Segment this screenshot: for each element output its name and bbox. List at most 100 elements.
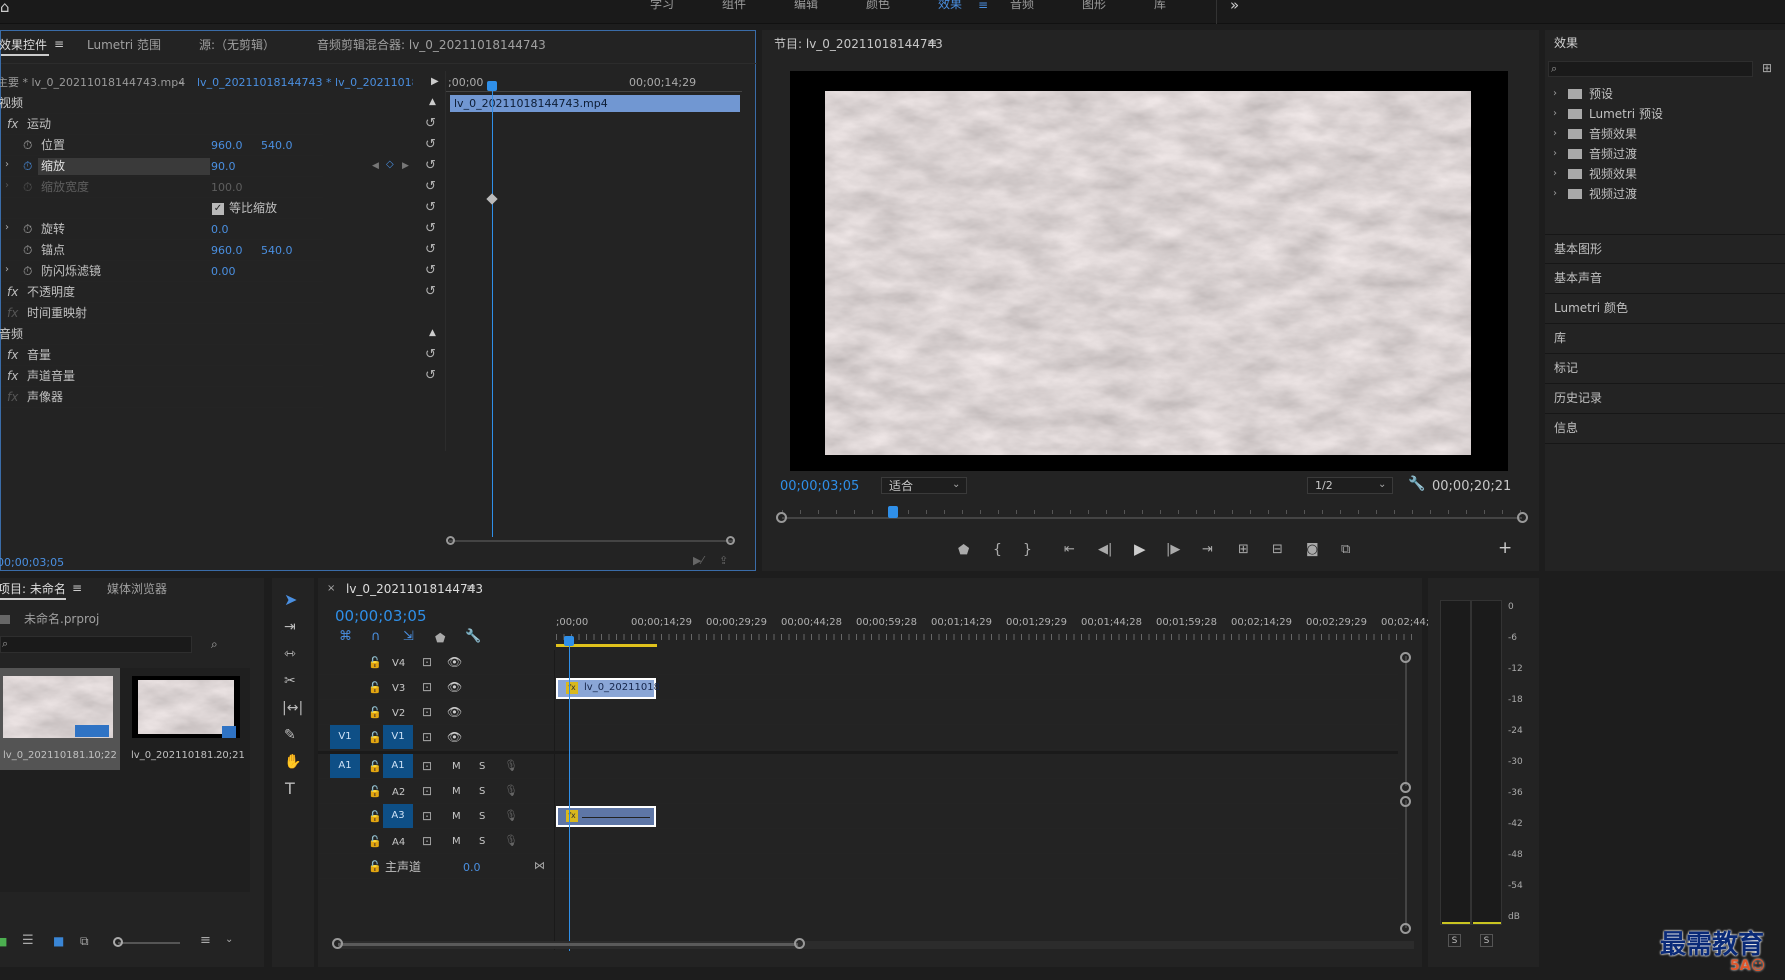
master-toggle-icon[interactable]: ⋈ [534,859,545,873]
row-opacity[interactable]: fx 不透明度 [1,282,323,303]
section-markers[interactable]: 标记 [1545,354,1785,384]
track-a3[interactable]: 🔓 A3 ⊡ M S 🎙 [318,804,1398,829]
timeline-tab[interactable]: lv_0_20211018144743 [346,582,483,596]
expand-flicker-icon[interactable]: › [5,263,9,277]
menu-tab-assembly[interactable]: 组件 [722,0,746,11]
eye-icon[interactable]: 👁 [447,730,462,744]
flicker-value[interactable]: 0.00 [211,265,236,279]
position-x-value[interactable]: 960.0 [211,139,243,153]
reset-icon[interactable]: ↺ [425,348,436,362]
menu-tab-color[interactable]: 颜色 [866,0,890,11]
row-time-remap[interactable]: fx 时间重映射 [1,303,323,324]
project-search-input[interactable]: ⌕ [0,636,192,653]
scroll-handle-right[interactable] [726,536,735,545]
rotation-value[interactable]: 0.0 [211,223,229,237]
new-bin-icon[interactable]: ⊞ [1762,61,1772,75]
keyframe-diamond[interactable] [486,193,498,205]
menu-tab-graphics[interactable]: 图形 [1082,0,1106,11]
stopwatch-icon[interactable]: ⏱ [23,138,32,152]
lock-icon[interactable]: 🔓 [368,810,382,824]
sync-lock-icon[interactable]: ⊡ [422,809,432,823]
next-keyframe-icon[interactable]: ▶ [402,159,409,173]
sync-lock-icon[interactable]: ⊡ [422,680,432,694]
play-icon[interactable]: ▶ [1134,542,1146,557]
reset-icon[interactable]: ↺ [425,285,436,299]
add-keyframe-icon[interactable]: ◇ [386,158,394,172]
mic-icon[interactable]: 🎙 [504,784,518,798]
program-menu-icon[interactable]: ≡ [927,36,937,50]
freeform-view-icon[interactable]: ⧉ [80,934,89,948]
sync-lock-icon[interactable]: ⊡ [422,759,432,773]
track-a4[interactable]: 🔓 A4 ⊡ M S 🎙 [318,829,1398,854]
filter-icon[interactable]: ▶⁄ [693,554,703,568]
eye-icon[interactable]: 👁 [447,705,462,719]
section-essential-sound[interactable]: 基本声音 [1545,264,1785,294]
project-item-selected[interactable]: lv_0_202110181... 10;22 [0,668,120,770]
eye-icon[interactable]: 👁 [447,655,462,669]
mute-button[interactable]: M [452,786,461,797]
row-motion[interactable]: fx 运动 [1,114,323,135]
source-patch-a1[interactable]: A1 [330,754,360,778]
expand-timeline-icon[interactable]: ▶ [431,75,439,89]
icon-view-icon[interactable]: ■ [53,934,64,948]
mic-icon[interactable]: 🎙 [504,759,518,773]
reset-icon[interactable]: ↺ [425,243,436,257]
scroll-handle-right[interactable] [1517,512,1528,523]
solo-button[interactable]: S [479,786,485,797]
program-scrubber[interactable] [776,506,1528,526]
close-tab-icon[interactable]: × [327,582,335,596]
scroll-handle-top[interactable] [1400,796,1411,807]
resolution-dropdown[interactable]: 1/2 ⌄ [1307,477,1393,494]
position-y-value[interactable]: 540.0 [261,139,293,153]
timeline-playhead-handle[interactable] [564,636,574,646]
step-forward-icon[interactable]: |▶ [1166,543,1180,557]
audio-clip-a3[interactable]: fx [556,806,656,827]
reset-icon[interactable]: ↺ [425,180,436,194]
scroll-handle-left[interactable] [776,512,787,523]
mark-out-icon[interactable]: } [1023,543,1032,557]
menu-tab-library[interactable]: 库 [1154,0,1166,11]
reset-icon[interactable]: ↺ [425,201,436,215]
row-uniform-scale[interactable]: ✓ 等比缩放 [1,198,323,219]
menu-tab-edit[interactable]: 编辑 [794,0,818,11]
keyframe-zoom-scrollbar[interactable] [449,540,733,542]
go-to-out-icon[interactable]: ⇥ [1202,543,1213,557]
scroll-handle-bottom[interactable] [1400,923,1411,934]
eye-icon[interactable]: 👁 [447,680,462,694]
sync-lock-icon[interactable]: ⊡ [422,655,432,669]
tab-menu-icon[interactable]: ≡ [72,581,82,595]
tree-item-video-transitions[interactable]: › 视频过渡 [1545,185,1785,203]
lift-icon[interactable]: ⊞ [1238,543,1249,557]
timeline-timecode[interactable]: 00;00;03;05 [335,609,427,624]
horizontal-scroll-thumb[interactable] [338,943,798,946]
section-history[interactable]: 历史记录 [1545,384,1785,414]
stopwatch-active-icon[interactable]: ⏱ [23,159,32,173]
track-a1[interactable]: A1 🔓 A1 ⊡ M S 🎙 [318,754,1398,779]
more-tabs-icon[interactable]: » [1230,0,1239,13]
menu-tab-effects-menu-icon[interactable]: ≡ [978,0,988,12]
reset-icon[interactable]: ↺ [425,159,436,173]
track-a2[interactable]: 🔓 A2 ⊡ M S 🎙 [318,779,1398,804]
wrench-icon[interactable]: 🔧 [1408,477,1425,491]
scroll-handle-top[interactable] [1400,652,1411,663]
home-icon[interactable]: ⌂ [0,0,10,15]
export-icon[interactable]: ⇪ [719,554,728,568]
prev-keyframe-icon[interactable]: ◀ [372,159,379,173]
tree-item-audio-effects[interactable]: › 音频效果 [1545,125,1785,143]
solo-button[interactable]: S [479,761,485,772]
section-libraries[interactable]: 库 [1545,324,1785,354]
mute-button[interactable]: M [452,811,461,822]
keyframe-timeline[interactable]: ;00;00 00;00;14;29 lv_0_20211018144743.m… [445,71,742,537]
linked-selection-icon[interactable]: ⇲ [403,630,414,644]
stopwatch-icon[interactable]: ⏱ [23,243,32,257]
track-v1[interactable]: V1 🔓 V1 ⊡ 👁 [318,725,1398,750]
add-marker-icon[interactable]: ⬟ [435,631,445,645]
track-target-v1[interactable]: V1 [383,725,413,749]
tree-item-presets[interactable]: › 预设 [1545,85,1785,103]
row-rotation[interactable]: › ⏱ 旋转 0.0 [1,219,323,240]
mute-button[interactable]: M [452,836,461,847]
effects-search-input[interactable]: ⌕ [1548,61,1753,77]
tree-item-video-effects[interactable]: › 视频效果 [1545,165,1785,183]
anchor-y-value[interactable]: 540.0 [261,244,293,258]
camera-icon[interactable]: ◙ [1306,543,1319,557]
